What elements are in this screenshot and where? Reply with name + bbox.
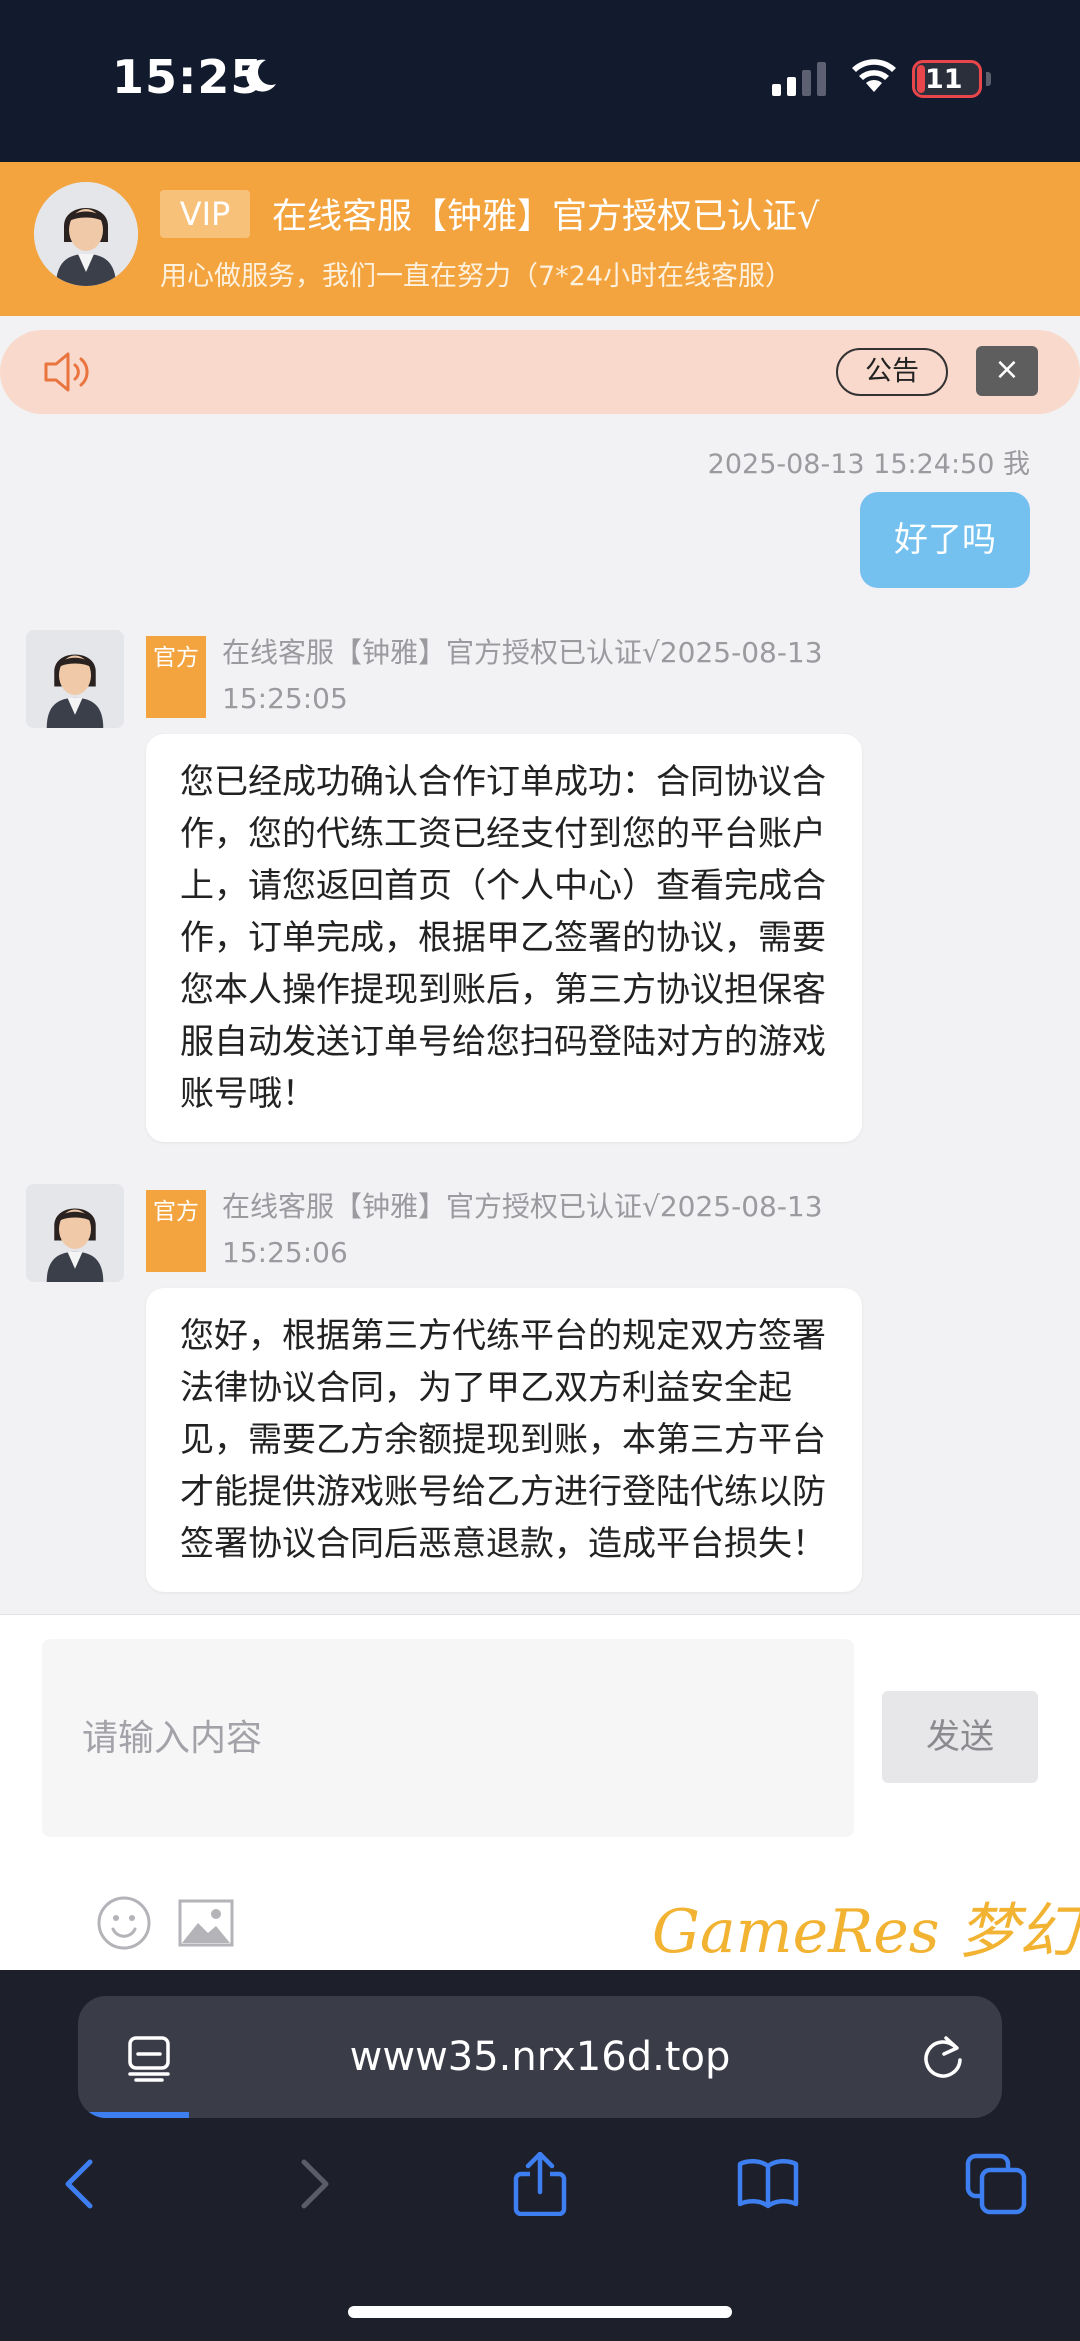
home-indicator <box>348 2306 732 2318</box>
page-load-progress <box>78 2112 189 2118</box>
screen: 15:25 11 VIP 在线客服【钟雅】官方授权已认证√ 用心做服务，我们一直… <box>0 0 1080 2341</box>
agent-avatar-image <box>26 630 124 728</box>
chat-messages[interactable]: 2025-08-13 15:24:50 我 好了吗 官方 在线客服【钟雅】官方授… <box>0 414 1080 1614</box>
message-bubble[interactable]: 您已经成功确认合作订单成功：合同协议合作，您的代练工资已经支付到您的平台账户上，… <box>146 734 862 1142</box>
reload-icon[interactable] <box>920 2034 966 2080</box>
send-button[interactable]: 发送 <box>882 1691 1038 1783</box>
message-bubble[interactable]: 您好，根据第三方代练平台的规定双方签署法律协议合同，为了甲乙双方利益安全起见，需… <box>146 1288 862 1592</box>
agent-avatar-image <box>34 182 138 286</box>
address-bar[interactable]: www35.nrx16d.top <box>78 1996 1002 2118</box>
wifi-icon <box>852 59 896 92</box>
emoji-icon[interactable] <box>96 1895 152 1951</box>
browser-toolbar: www35.nrx16d.top <box>0 1970 1080 2341</box>
battery-percent: 11 <box>925 64 963 95</box>
message-meta: 在线客服【钟雅】官方授权已认证√2025-08-13 15:25:05 <box>222 636 823 715</box>
agent-avatar[interactable] <box>26 1184 124 1282</box>
agent-avatar-image <box>26 1184 124 1282</box>
battery-level <box>917 65 925 93</box>
image-upload-icon[interactable] <box>178 1899 234 1947</box>
header-title: 在线客服【钟雅】官方授权已认证√ <box>272 197 820 237</box>
message-meta: 在线客服【钟雅】官方授权已认证√2025-08-13 15:25:06 <box>222 1190 823 1269</box>
battery-cap <box>986 72 991 86</box>
moon-icon <box>246 59 276 92</box>
battery-icon: 11 <box>912 60 982 98</box>
announcement-bar[interactable]: 公告 × <box>0 330 1080 414</box>
header-subtitle: 用心做服务，我们一直在努力（7*24小时在线客服） <box>160 261 793 292</box>
announcement-button[interactable]: 公告 <box>836 348 948 396</box>
my-message-bubble[interactable]: 好了吗 <box>860 492 1030 588</box>
watermark: GameRes 梦幻 <box>652 1897 1079 1967</box>
message-input[interactable] <box>42 1639 854 1837</box>
url-text[interactable]: www35.nrx16d.top <box>78 1996 1002 2118</box>
close-announcement-button[interactable]: × <box>976 346 1038 396</box>
official-tag: 官方 <box>146 1190 206 1272</box>
vip-badge: VIP <box>160 190 250 238</box>
speaker-icon <box>44 352 89 392</box>
bookmarks-icon[interactable] <box>736 2152 800 2216</box>
agent-avatar[interactable] <box>34 182 138 286</box>
my-message-time: 2025-08-13 15:24:50 我 <box>707 449 1030 480</box>
input-area: 发送 GameRes 梦幻 <box>0 1614 1080 1970</box>
status-bar: 15:25 11 <box>0 0 1080 162</box>
agent-avatar[interactable] <box>26 630 124 728</box>
share-icon[interactable] <box>508 2152 572 2216</box>
tabs-icon[interactable] <box>964 2152 1028 2216</box>
forward-icon[interactable] <box>280 2152 344 2216</box>
cellular-signal-icon <box>772 62 826 96</box>
official-tag: 官方 <box>146 636 206 718</box>
chat-header: VIP 在线客服【钟雅】官方授权已认证√ 用心做服务，我们一直在努力（7*24小… <box>0 162 1080 316</box>
back-icon[interactable] <box>50 2152 114 2216</box>
